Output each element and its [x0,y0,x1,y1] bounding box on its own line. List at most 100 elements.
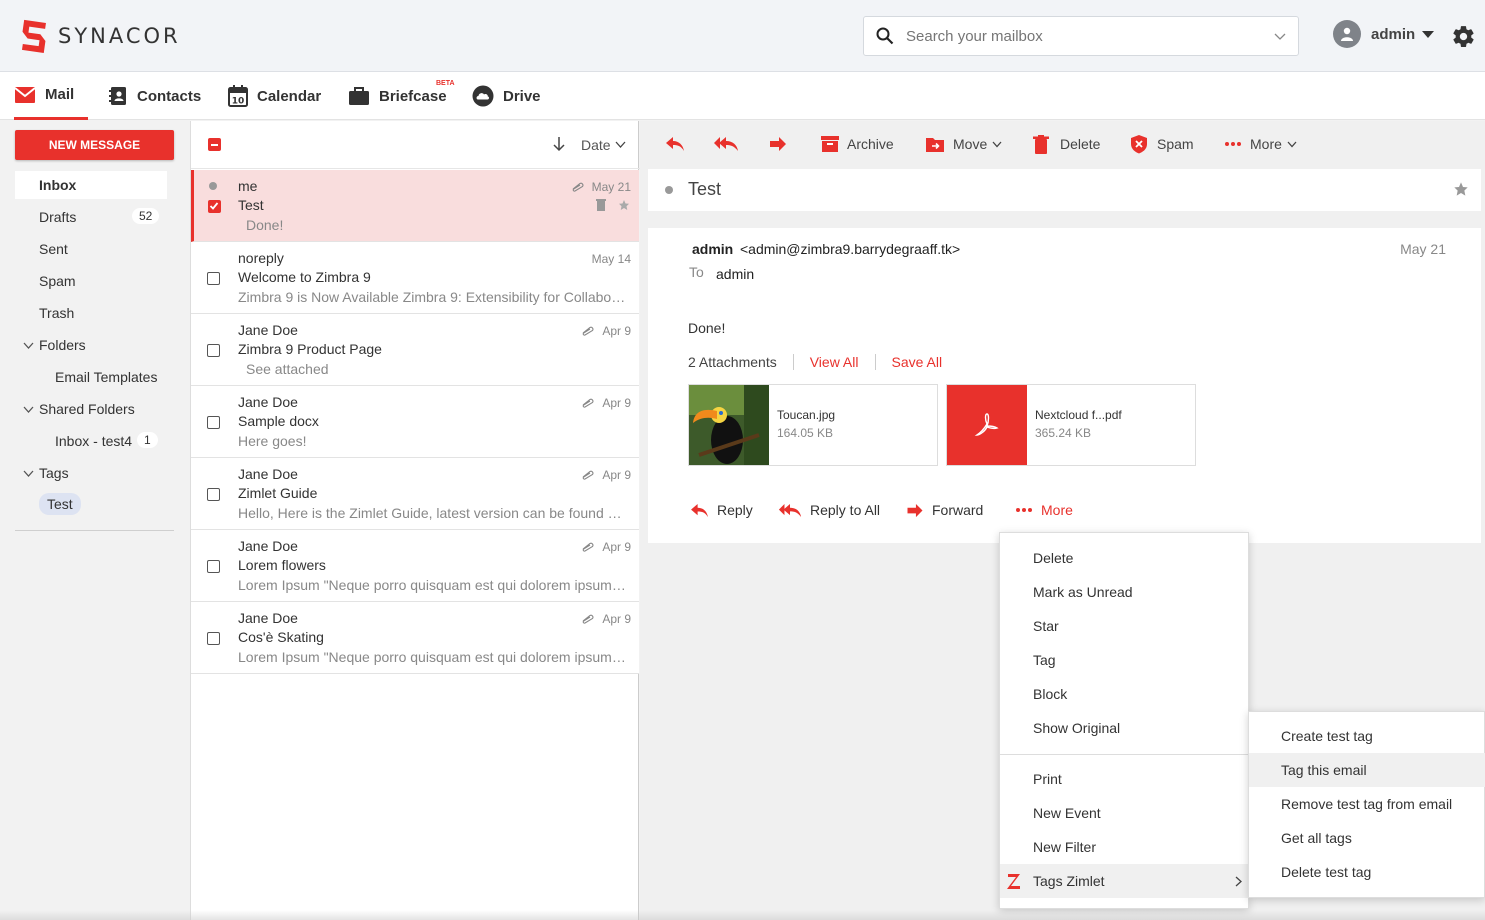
gear-icon[interactable] [1451,24,1476,49]
message-checkbox[interactable] [207,560,220,573]
delete-button[interactable]: Delete [1033,131,1100,157]
recipient[interactable]: admin [716,266,754,282]
message-checkbox[interactable] [207,272,220,285]
tab-mail[interactable]: Mail [14,72,88,120]
avatar [1333,20,1361,48]
reply-all-button[interactable] [713,131,739,157]
archive-button[interactable]: Archive [821,131,894,157]
move-button[interactable]: Move [925,131,1002,157]
chevron-down-icon[interactable] [1274,30,1286,42]
menu-item-star[interactable]: Star [1000,609,1248,643]
synacor-logo[interactable]: SYNACOR [14,19,181,53]
message-checkbox[interactable] [208,200,221,213]
list-item[interactable]: Jane Doe Cos'è Skating Lorem Ipsum "Nequ… [191,602,639,674]
spam-button[interactable]: Spam [1130,131,1194,157]
chevron-down-icon [992,141,1002,147]
chevron-right-icon [1235,876,1242,887]
search-box[interactable] [863,16,1299,56]
sidebar-section-folders[interactable]: Folders [23,331,86,359]
sender-address[interactable]: <admin@zimbra9.barrydegraaff.tk> [740,241,960,257]
menu-item-show-original[interactable]: Show Original [1000,711,1248,745]
attachment-card[interactable]: Nextcloud f...pdf 365.24 KB [946,384,1196,466]
list-item[interactable]: noreply Welcome to Zimbra 9 Zimbra 9 is … [191,242,639,314]
unread-dot[interactable] [209,182,217,190]
sidebar-section-tags[interactable]: Tags [23,459,69,487]
more-actions-button[interactable]: More [1015,498,1073,522]
attachment-name: Toucan.jpg [777,408,836,422]
forward-label: Forward [932,502,984,518]
chevron-down-icon[interactable] [615,141,626,149]
message-sender: Jane Doe [238,322,298,338]
search-input[interactable] [906,27,1256,45]
to-label: To [689,264,704,280]
select-all-checkbox[interactable] [208,138,221,151]
tab-calendar[interactable]: 10 Calendar [228,72,321,120]
reply-button[interactable] [665,131,685,157]
chevron-down-icon[interactable] [23,404,34,415]
sidebar-item-trash[interactable]: Trash [39,299,74,327]
menu-divider [1000,754,1248,755]
attachment-card[interactable]: Toucan.jpg 164.05 KB [688,384,938,466]
tab-drive[interactable]: Drive [472,72,541,120]
menu-item-mark-unread[interactable]: Mark as Unread [1000,575,1248,609]
new-message-button[interactable]: NEW MESSAGE [15,130,174,160]
submenu-item-get-all-tags[interactable]: Get all tags [1249,821,1485,855]
cloud-icon [472,85,494,107]
chevron-down-icon[interactable] [23,340,34,351]
tab-contacts[interactable]: Contacts [108,72,201,120]
view-all-link[interactable]: View All [810,354,859,370]
sidebar-item-inbox-test4[interactable]: Inbox - test4 1 [55,427,165,455]
sidebar-item-drafts[interactable]: Drafts 52 [39,203,161,231]
submenu-item-create-test-tag[interactable]: Create test tag [1249,719,1485,753]
more-label: More [1250,136,1282,152]
menu-item-new-filter[interactable]: New Filter [1000,830,1248,864]
message-sender: noreply [238,250,284,266]
sidebar-section-shared-folders[interactable]: Shared Folders [23,395,135,423]
message-checkbox[interactable] [207,632,220,645]
shield-icon [1131,135,1147,154]
sidebar-item-label: Shared Folders [39,401,135,417]
submenu-item-remove-test-tag[interactable]: Remove test tag from email [1249,787,1485,821]
message-checkbox[interactable] [207,416,220,429]
submenu-item-delete-test-tag[interactable]: Delete test tag [1249,855,1485,889]
menu-item-print[interactable]: Print [1000,762,1248,796]
message-checkbox[interactable] [207,344,220,357]
sidebar-item-sent[interactable]: Sent [39,235,68,263]
message-preview: Hello, Here is the Zimlet Guide, latest … [238,505,628,521]
star-icon[interactable] [1453,181,1469,197]
message-sender: Jane Doe [238,538,298,554]
submenu-item-tag-this-email[interactable]: Tag this email [1249,753,1485,787]
sort-label[interactable]: Date [581,137,611,153]
more-button[interactable]: More [1224,131,1297,157]
user-menu[interactable]: admin [1333,20,1435,48]
menu-item-tags-zimlet[interactable]: Tags Zimlet [1000,864,1248,898]
star-icon[interactable] [618,199,630,211]
sidebar-item-inbox[interactable]: Inbox [15,171,167,199]
save-all-link[interactable]: Save All [892,354,943,370]
sidebar-tag-test[interactable]: Test [39,493,81,515]
message-checkbox[interactable] [207,488,220,501]
menu-item-tag[interactable]: Tag [1000,643,1248,677]
tab-briefcase[interactable]: Briefcase [348,72,447,120]
list-item[interactable]: Jane Doe Lorem flowers Lorem Ipsum "Nequ… [191,530,639,602]
list-item[interactable]: Jane Doe Zimbra 9 Product Page See attac… [191,314,639,386]
user-name: admin [1371,25,1416,43]
list-item[interactable]: me Test Done! May 21 [191,170,639,242]
reply-all-label: Reply to All [810,502,881,518]
forward-button[interactable] [769,131,787,157]
sender-name[interactable]: admin [692,241,733,257]
menu-item-new-event[interactable]: New Event [1000,796,1248,830]
arrow-down-icon[interactable] [552,136,566,152]
reply-all-button[interactable]: Reply to All [778,498,880,522]
trash-icon[interactable] [595,198,607,212]
menu-item-block[interactable]: Block [1000,677,1248,711]
list-item[interactable]: Jane Doe Sample docx Here goes! Apr 9 [191,386,639,458]
sidebar-item-email-templates[interactable]: Email Templates [55,363,157,391]
list-item[interactable]: Jane Doe Zimlet Guide Hello, Here is the… [191,458,639,530]
forward-button[interactable]: Forward [906,498,983,522]
reply-button[interactable]: Reply [690,498,753,522]
chevron-down-icon[interactable] [23,468,34,479]
menu-item-delete[interactable]: Delete [1000,541,1248,575]
sidebar-item-spam[interactable]: Spam [39,267,76,295]
unread-dot[interactable] [665,186,673,194]
